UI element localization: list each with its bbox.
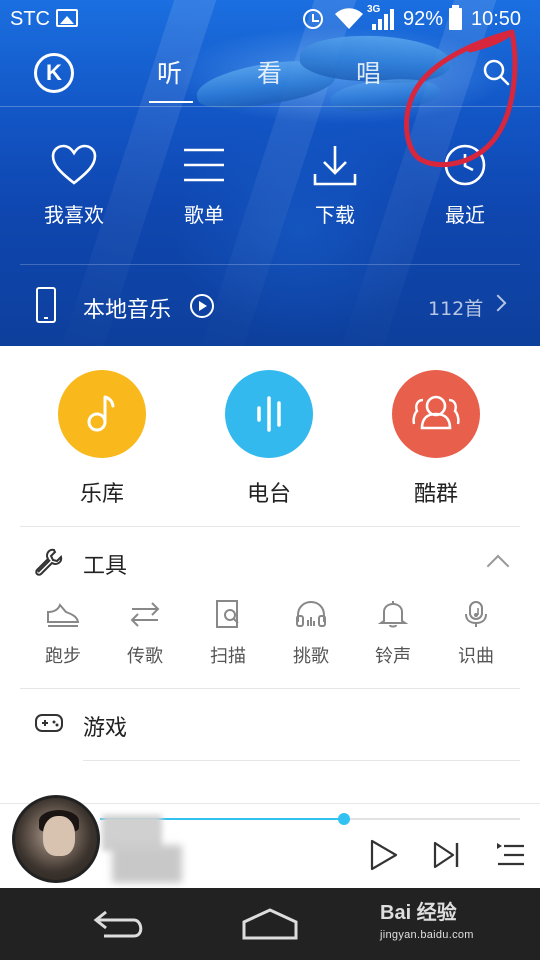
quick-label: 下载 [315,203,355,227]
quick-label: 歌单 [184,203,224,227]
download-icon [313,146,357,186]
feature-label: 酷群 [413,482,458,507]
feature-radio[interactable]: 电台 [209,370,329,508]
wrench-icon [35,548,63,576]
feature-music-library[interactable]: 乐库 [42,370,162,508]
heart-icon [51,144,97,185]
gamepad-icon [35,714,63,732]
play-button[interactable] [366,838,400,872]
play-all-icon[interactable] [190,294,214,318]
local-music-title: 本地音乐 [83,298,172,323]
playback-progress[interactable] [100,813,520,825]
section-divider [83,760,520,761]
watermark-url: jingyan.baidu.com [380,929,474,941]
tab-sing[interactable]: 唱 [356,54,381,90]
group-icon [412,395,460,430]
scan-icon [216,600,239,628]
list-icon [184,148,224,182]
tool-label: 扫描 [210,646,246,667]
tool-label: 挑歌 [293,646,329,667]
app-logo[interactable]: K [34,53,74,93]
tool-transfer[interactable]: 传歌 [110,600,180,668]
feature-label: 电台 [246,482,291,507]
alarm-icon [303,9,323,29]
active-tab-indicator [149,101,193,103]
hero-divider [20,264,520,265]
section-divider [20,688,520,689]
watermark-main: Bai 经验 [380,902,457,924]
local-music-count: 112首 [428,298,484,320]
phone-icon [36,287,56,323]
music-recognition-icon [465,601,487,627]
cover-artwork [43,816,75,856]
tool-scan[interactable]: 扫描 [193,600,263,668]
tool-identify-song[interactable]: 识曲 [441,600,511,668]
audio-wave-icon [257,396,281,432]
quick-label: 最近 [445,203,485,227]
progress-knob[interactable] [337,813,350,825]
next-button[interactable] [430,838,464,872]
carrier-label: STC [10,8,50,30]
tool-label: 跑步 [45,646,81,667]
album-cover[interactable] [12,795,100,883]
chevron-right-icon [489,294,507,312]
bell-icon [377,601,409,628]
blurred-artist [112,845,182,883]
tool-label: 识曲 [458,646,494,667]
wifi-icon [335,8,363,29]
local-music-row[interactable]: 本地音乐 112首 [0,272,540,342]
playlist-queue-button[interactable] [494,838,528,872]
radio-circle [225,370,313,458]
tools-header[interactable]: 工具 [0,538,540,590]
tool-label: 传歌 [127,646,163,667]
feature-groups[interactable]: 酷群 [376,370,496,508]
tool-running[interactable]: 跑步 [28,600,98,668]
section-divider [20,526,520,527]
annotation-circle [404,29,518,168]
back-icon[interactable] [90,906,150,942]
music-note-icon [87,395,115,432]
home-icon[interactable] [240,906,300,942]
image-notification-icon [56,9,78,27]
tab-listen[interactable]: 听 [157,54,182,90]
signal-icon [372,9,394,30]
tab-watch[interactable]: 看 [257,54,282,90]
tools-title: 工具 [83,554,128,579]
baidu-watermark: Bai 经验 jingyan.baidu.com [380,896,474,941]
tool-ringtone[interactable]: 铃声 [358,600,428,668]
quick-favorites[interactable]: 我喜欢 [24,144,124,244]
games-title: 游戏 [83,716,128,741]
groups-circle [392,370,480,458]
games-row[interactable]: 游戏 [0,700,540,750]
quick-playlists[interactable]: 歌单 [154,144,254,244]
tool-pick-songs[interactable]: 挑歌 [276,600,346,668]
transfer-icon [130,602,160,627]
quick-downloads[interactable]: 下载 [285,144,385,244]
music-library-circle [58,370,146,458]
chevron-up-icon[interactable] [486,554,510,578]
tool-label: 铃声 [375,646,411,667]
quick-label: 我喜欢 [44,203,104,227]
running-shoe-icon [47,603,80,627]
feature-label: 乐库 [79,482,124,507]
headphones-icon [296,600,326,627]
